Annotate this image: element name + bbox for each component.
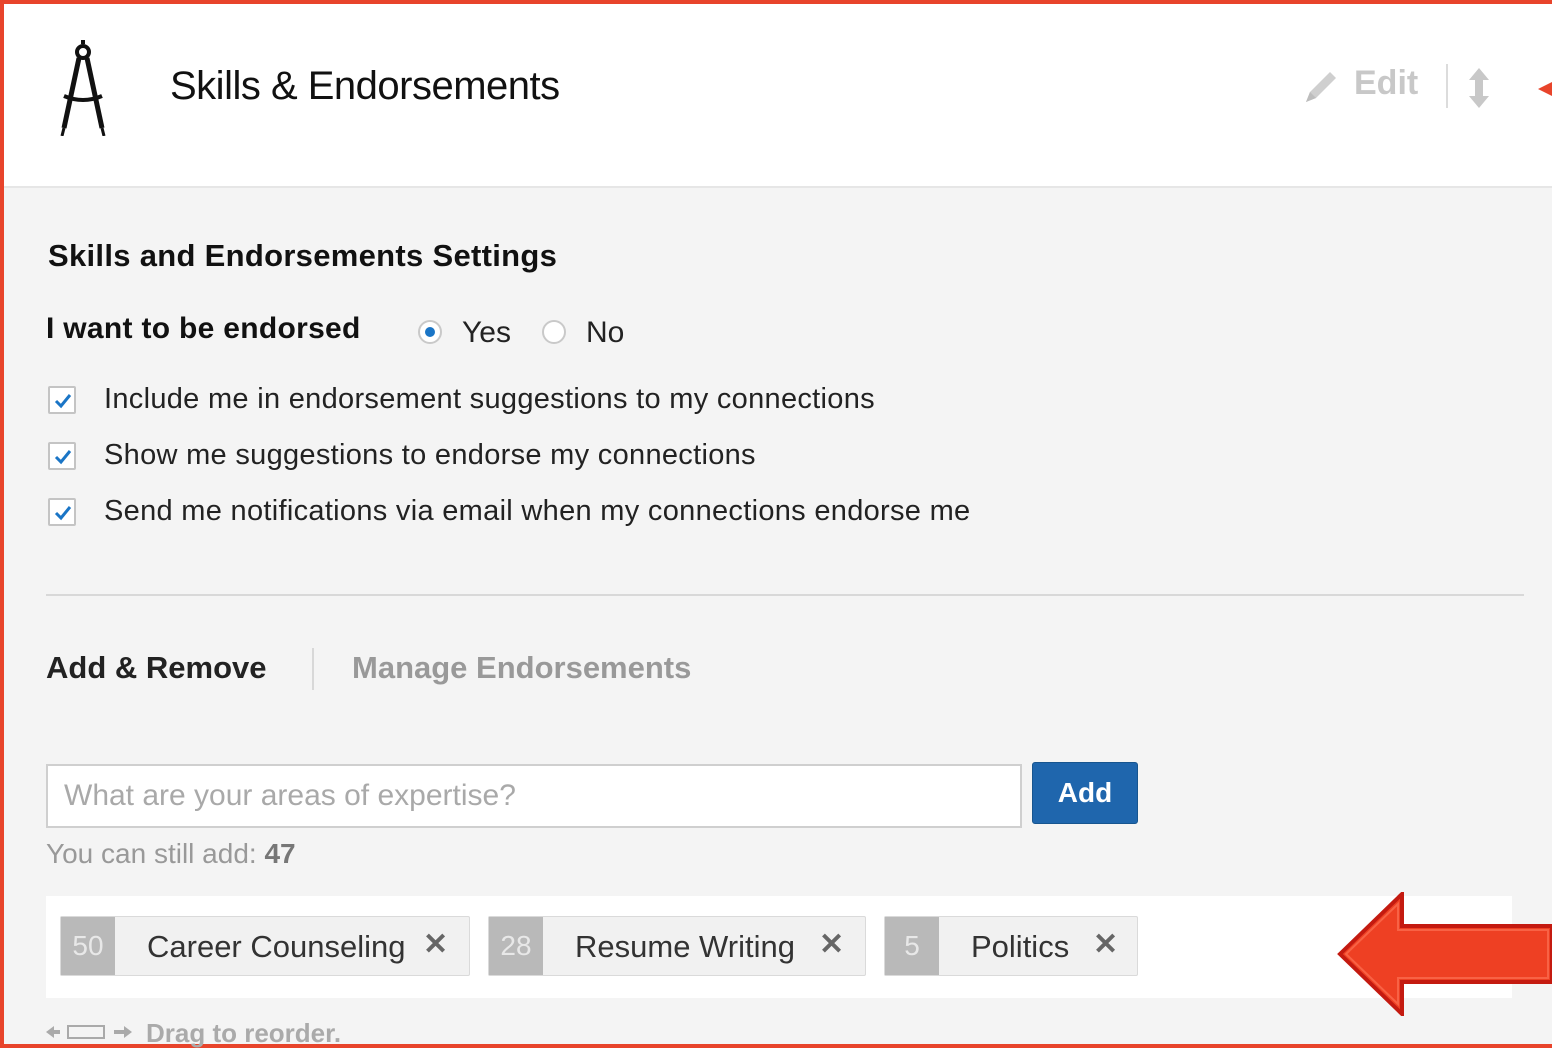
drag-reorder-icon bbox=[46, 1025, 132, 1039]
skill-endorsement-count: 50 bbox=[61, 917, 115, 975]
skill-name: Career Counseling bbox=[147, 929, 406, 964]
compass-icon bbox=[60, 40, 106, 136]
remaining-skills-label: You can still add: bbox=[46, 838, 257, 869]
radio-no[interactable] bbox=[542, 320, 566, 344]
tab-manage-endorsements[interactable]: Manage Endorsements bbox=[352, 650, 691, 686]
checkbox-show-suggestions[interactable] bbox=[48, 442, 76, 470]
header-actions: Edit bbox=[1302, 62, 1552, 118]
tab-add-remove[interactable]: Add & Remove bbox=[46, 650, 266, 686]
tab-divider bbox=[312, 648, 314, 690]
remove-skill-icon[interactable]: ✕ bbox=[819, 927, 844, 962]
checkbox-show-suggestions-label[interactable]: Show me suggestions to endorse my connec… bbox=[104, 439, 756, 472]
skill-pill-career-counseling[interactable]: 50 Career Counseling ✕ bbox=[60, 916, 470, 976]
skill-endorsement-count: 5 bbox=[885, 917, 939, 975]
drag-hint-text: Drag to reorder. bbox=[146, 1018, 342, 1048]
endorse-label: I want to be endorsed bbox=[46, 312, 361, 345]
radio-yes[interactable] bbox=[418, 320, 442, 344]
remaining-skills-text: You can still add: 47 bbox=[46, 838, 296, 870]
skills-list: 50 Career Counseling ✕ 28 Resume Writing… bbox=[46, 896, 1512, 998]
add-skill-button[interactable]: Add bbox=[1032, 762, 1138, 824]
skill-name: Resume Writing bbox=[575, 929, 795, 964]
section-title: Skills & Endorsements bbox=[170, 64, 560, 108]
annotation-arrow-icon bbox=[1337, 892, 1552, 1016]
settings-heading: Skills and Endorsements Settings bbox=[48, 238, 558, 273]
pencil-icon[interactable] bbox=[1302, 66, 1342, 106]
checkbox-include-suggestions[interactable] bbox=[48, 386, 76, 414]
drag-hint: Drag to reorder. bbox=[46, 1018, 446, 1048]
remove-skill-icon[interactable]: ✕ bbox=[1093, 927, 1118, 962]
radio-no-label[interactable]: No bbox=[586, 316, 624, 350]
reorder-arrows-icon[interactable] bbox=[1464, 66, 1494, 110]
skill-pill-resume-writing[interactable]: 28 Resume Writing ✕ bbox=[488, 916, 866, 976]
skill-search-input[interactable] bbox=[46, 764, 1022, 828]
radio-yes-label[interactable]: Yes bbox=[462, 316, 511, 350]
check-icon bbox=[54, 506, 72, 521]
section-divider bbox=[46, 594, 1524, 596]
skill-pill-politics[interactable]: 5 Politics ✕ bbox=[884, 916, 1138, 976]
section-header: Skills & Endorsements Edit bbox=[4, 4, 1552, 188]
remaining-skills-count: 47 bbox=[264, 838, 296, 869]
checkbox-email-notifications-label[interactable]: Send me notifications via email when my … bbox=[104, 495, 970, 528]
checkbox-email-notifications[interactable] bbox=[48, 498, 76, 526]
check-icon bbox=[54, 450, 72, 465]
skill-endorsement-count: 28 bbox=[489, 917, 543, 975]
checkbox-include-suggestions-label[interactable]: Include me in endorsement suggestions to… bbox=[104, 383, 875, 416]
check-icon bbox=[54, 394, 72, 409]
skill-name: Politics bbox=[971, 929, 1070, 964]
remove-skill-icon[interactable]: ✕ bbox=[423, 927, 448, 962]
annotation-mark-icon bbox=[1538, 82, 1552, 96]
edit-button[interactable]: Edit bbox=[1354, 64, 1418, 103]
header-divider bbox=[1446, 64, 1448, 108]
